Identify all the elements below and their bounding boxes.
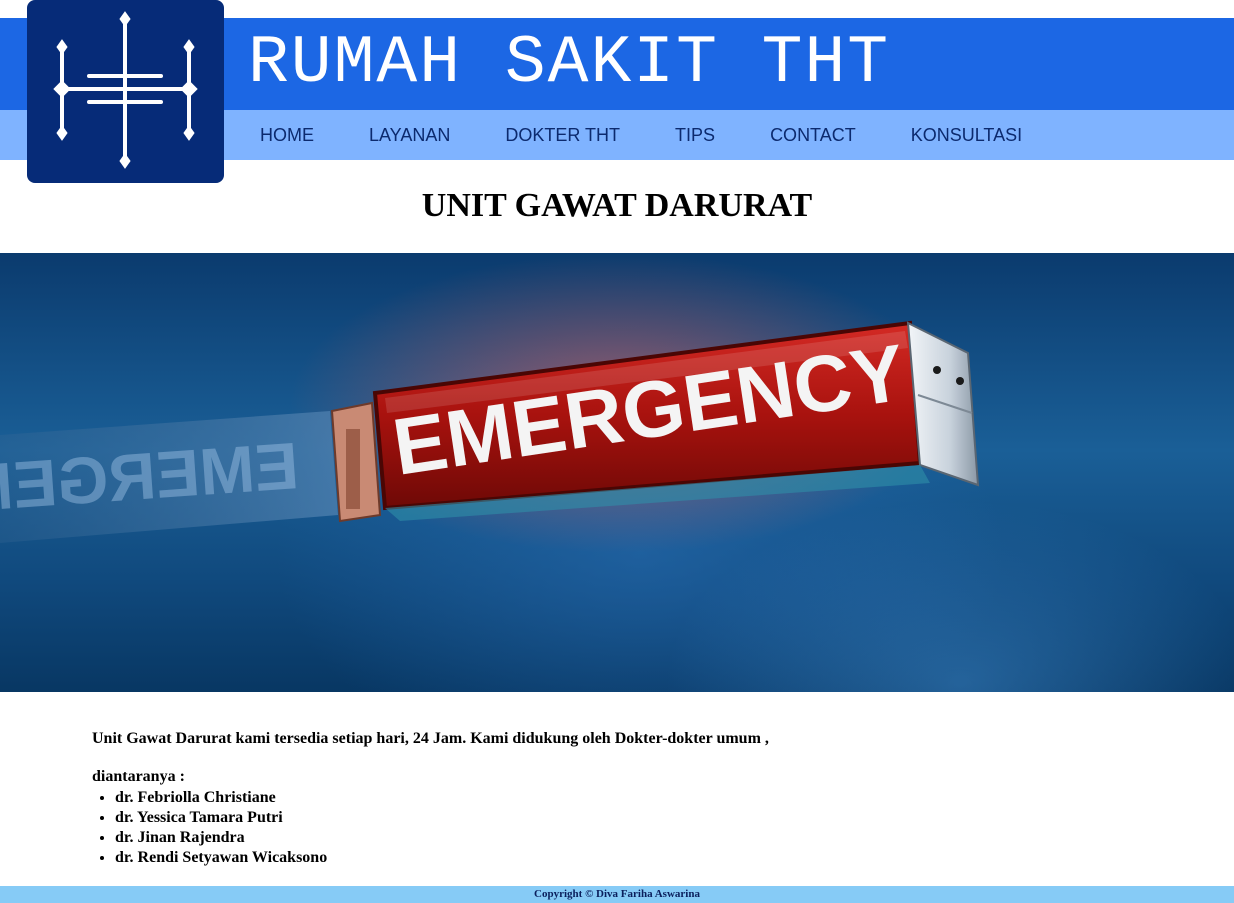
main-nav: HOME LAYANAN DOKTER THT TIPS CONTACT KON…	[260, 110, 1077, 160]
list-item: dr. Jinan Rajendra	[115, 828, 1142, 848]
emergency-banner-image: EMERGENCY EMERGENCY	[0, 253, 1234, 692]
doctor-list: dr. Febriolla Christiane dr. Yessica Tam…	[92, 788, 1142, 868]
intro-text: Unit Gawat Darurat kami tersedia setiap …	[92, 730, 769, 747]
nav-home-link[interactable]: HOME	[260, 125, 314, 146]
page: RUMAH SAKIT THT HOME LAYANAN DOKTER THT …	[0, 0, 1234, 903]
site-title: RUMAH SAKIT THT	[248, 25, 891, 102]
footer: Copyright © Diva Fariha Aswarina	[0, 886, 1234, 903]
list-item: dr. Rendi Setyawan Wicaksono	[115, 848, 1142, 868]
nav-dokter-tht-link[interactable]: DOKTER THT	[505, 125, 620, 146]
list-item: dr. Febriolla Christiane	[115, 788, 1142, 808]
content-section: Unit Gawat Darurat kami tersedia setiap …	[92, 728, 1142, 868]
nav-layanan-link[interactable]: LAYANAN	[369, 125, 450, 146]
nav-tips-link[interactable]: TIPS	[675, 125, 715, 146]
logo[interactable]	[27, 0, 224, 183]
list-label: diantaranya :	[92, 768, 185, 785]
nav-contact-link[interactable]: CONTACT	[770, 125, 856, 146]
nav-konsultasi-link[interactable]: KONSULTASI	[911, 125, 1022, 146]
copyright-text: Copyright © Diva Fariha Aswarina	[534, 888, 700, 900]
list-item: dr. Yessica Tamara Putri	[115, 808, 1142, 828]
ht-monogram-logo-icon	[53, 11, 198, 169]
page-heading: UNIT GAWAT DARURAT	[421, 187, 813, 224]
